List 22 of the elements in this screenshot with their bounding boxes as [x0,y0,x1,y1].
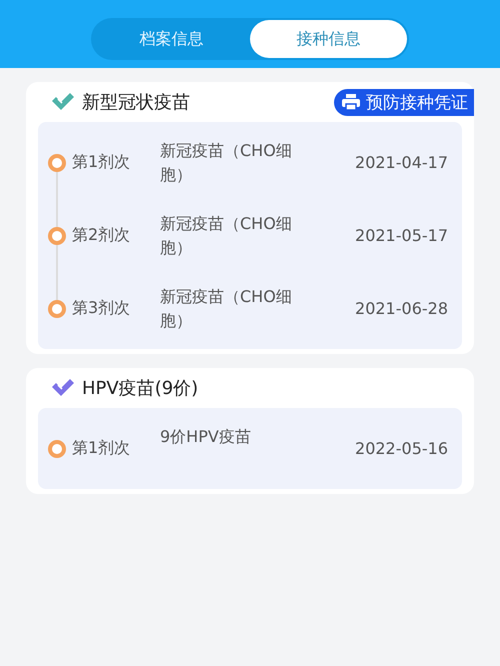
vaccine-title: HPV疫苗(9价) [82,377,200,400]
tab[interactable]: 接种信息 [250,20,407,58]
timeline-dot [48,154,66,172]
vaccine-name: 新冠疫苗（CHO细胞） [160,286,292,332]
certificate-button[interactable]: 预防接种凭证 [334,88,474,116]
dose-date: 2021-04-17 [355,153,448,172]
timeline-dot [48,226,66,244]
dose-label: 第1剂次 [72,152,132,173]
dose-date: 2021-05-17 [355,226,448,245]
vaccine-name: 新冠疫苗（CHO细胞） [160,140,292,186]
tab[interactable]: 档案信息 [93,20,250,58]
printer-icon [342,94,360,110]
dose-date: 2021-06-28 [355,299,448,318]
dose-date: 2022-05-16 [355,439,448,458]
dose-label: 第2剂次 [72,225,132,246]
timeline-dot [48,300,66,318]
timeline-dot [48,440,66,458]
dose-label: 第3剂次 [72,298,132,319]
dose-label: 第1剂次 [72,438,132,459]
vaccine-name: 新冠疫苗（CHO细胞） [160,212,292,258]
vaccine-title: 新型冠状疫苗 [82,91,191,114]
vaccine-name: 9价HPV疫苗 [160,426,252,448]
